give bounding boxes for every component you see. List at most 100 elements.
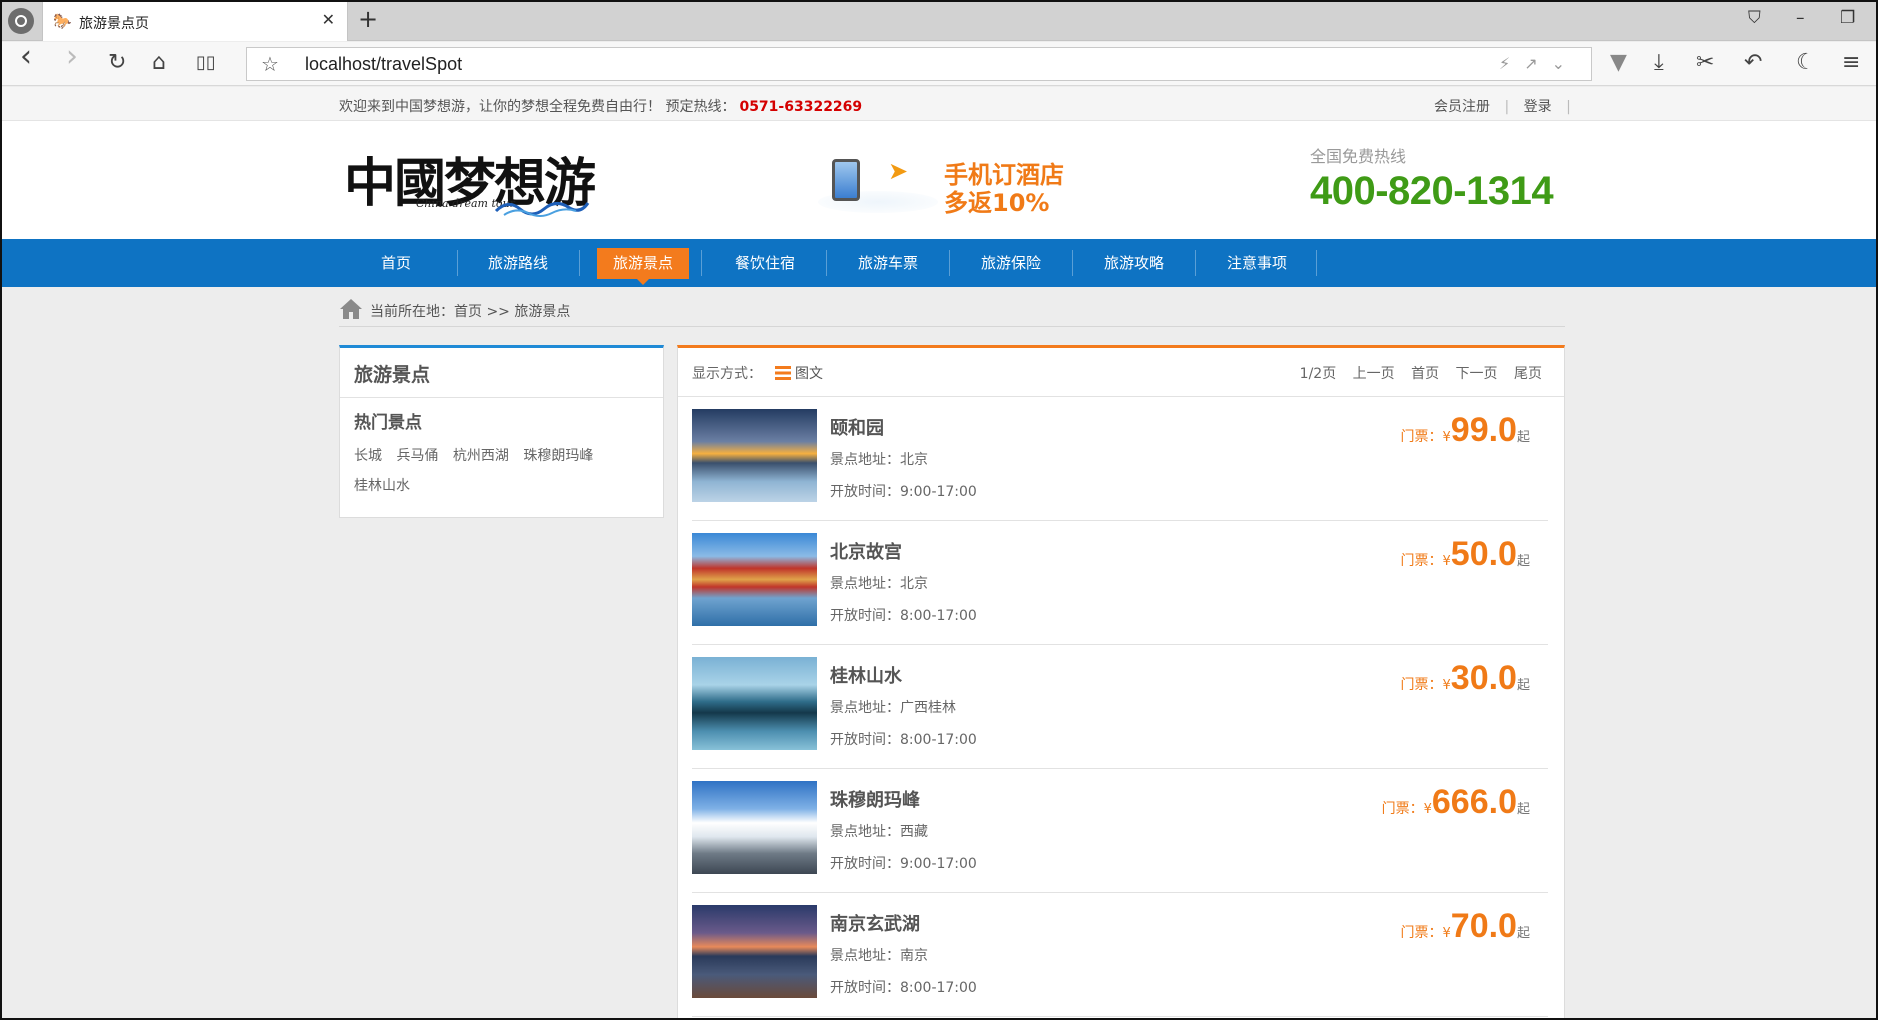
first-page-link[interactable]: 首页 bbox=[1411, 366, 1439, 382]
minimize-icon[interactable]: – bbox=[1796, 8, 1805, 28]
browser-logo-icon[interactable] bbox=[8, 8, 34, 34]
price-label: 门票： bbox=[1400, 429, 1443, 445]
horse-icon: 🐎 bbox=[53, 12, 72, 30]
hot-spot-link[interactable]: 桂林山水 bbox=[354, 478, 410, 494]
view-mode-label: 图文 bbox=[795, 366, 823, 382]
price-label: 门票： bbox=[1381, 801, 1424, 817]
free-hotline: 全国免费热线 400-820-1314 bbox=[1310, 143, 1554, 214]
back-icon[interactable]: ‹ bbox=[20, 42, 32, 72]
restore-icon[interactable]: ❐ bbox=[1840, 8, 1855, 28]
star-icon[interactable]: ☆ bbox=[261, 52, 279, 76]
hot-spot-links: 长城 兵马俑 杭州西湖 珠穆朗玛峰 桂林山水 bbox=[354, 441, 644, 501]
main-nav: 首页 旅游路线 旅游景点 餐饮住宿 旅游车票 旅游保险 旅游攻略 注意事项 bbox=[0, 239, 1878, 287]
hot-spot-link[interactable]: 兵马俑 bbox=[396, 448, 438, 464]
spot-address: 景点地址：广西桂林 bbox=[830, 700, 956, 716]
address-bar[interactable]: ☆ localhost/travelSpot ⚡↗⌄ bbox=[246, 47, 1592, 81]
sidebar: 旅游景点 热门景点 长城 兵马俑 杭州西湖 珠穆朗玛峰 桂林山水 bbox=[339, 345, 664, 518]
divider: | bbox=[1504, 99, 1510, 115]
price-label: 门票： bbox=[1400, 677, 1443, 693]
browser-toolbar: ‹ › ↻ ⌂ ▯▯ ☆ localhost/travelSpot ⚡↗⌄ ▼ … bbox=[0, 42, 1878, 86]
price-suffix: 起 bbox=[1516, 802, 1530, 817]
list-icon bbox=[775, 366, 791, 380]
spot-item[interactable]: 桂林山水 景点地址：广西桂林 开放时间：8:00-17:00 门票：¥30.0起 bbox=[692, 645, 1548, 769]
browser-tab[interactable]: 🐎 旅游景点页 ✕ bbox=[42, 2, 348, 41]
spot-thumbnail[interactable] bbox=[692, 533, 817, 626]
moon-icon[interactable]: ☾ bbox=[1796, 50, 1816, 76]
view-mode-toggle[interactable]: 图文 bbox=[775, 363, 823, 383]
spot-thumbnail[interactable] bbox=[692, 409, 817, 502]
login-link[interactable]: 登录 bbox=[1524, 99, 1552, 115]
hot-spot-link[interactable]: 珠穆朗玛峰 bbox=[523, 448, 593, 464]
site-header: 中國梦想游 China dream tour ➤ 手机订酒店 多返10% 全国免… bbox=[0, 121, 1878, 239]
price-suffix: 起 bbox=[1516, 926, 1530, 941]
pin-icon[interactable]: ⛉ bbox=[1748, 8, 1761, 28]
next-page-link[interactable]: 下一页 bbox=[1456, 366, 1498, 382]
url-text[interactable]: localhost/travelSpot bbox=[305, 54, 462, 75]
scissors-icon[interactable]: ✂ bbox=[1696, 50, 1714, 76]
spot-hours: 开放时间：8:00-17:00 bbox=[830, 732, 977, 748]
free-hotline-label: 全国免费热线 bbox=[1310, 147, 1407, 166]
undo-icon[interactable]: ↶ bbox=[1744, 50, 1762, 76]
spot-thumbnail[interactable] bbox=[692, 905, 817, 998]
breadcrumb-text: 当前所在地：首页 >> 旅游景点 bbox=[370, 304, 571, 320]
forward-icon[interactable]: › bbox=[66, 42, 78, 72]
nav-tickets[interactable]: 旅游车票 bbox=[827, 239, 949, 287]
spot-hours: 开放时间：9:00-17:00 bbox=[830, 484, 977, 500]
address-tools-icon[interactable]: ⚡↗⌄ bbox=[1499, 54, 1579, 73]
nav-dining[interactable]: 餐饮住宿 bbox=[704, 239, 826, 287]
spot-name[interactable]: 南京玄武湖 bbox=[830, 910, 920, 936]
home-icon[interactable]: ⌂ bbox=[152, 50, 166, 76]
wave-icon bbox=[494, 202, 590, 217]
welcome-text: 欢迎来到中国梦想游，让你的梦想全程免费自由行！ 预定热线： 0571-633222… bbox=[339, 96, 862, 116]
spot-hours: 开放时间：8:00-17:00 bbox=[830, 608, 977, 624]
spot-name[interactable]: 珠穆朗玛峰 bbox=[830, 786, 920, 812]
site-logo[interactable]: 中國梦想游 China dream tour bbox=[344, 141, 596, 221]
hot-spot-link[interactable]: 杭州西湖 bbox=[453, 448, 509, 464]
new-tab-icon[interactable]: + bbox=[358, 5, 378, 33]
nav-spots[interactable]: 旅游景点 bbox=[597, 248, 689, 285]
spot-price: 门票：¥70.0起 bbox=[1401, 907, 1530, 946]
spot-item[interactable]: 南京玄武湖 景点地址：南京 开放时间：8:00-17:00 门票：¥70.0起 bbox=[692, 893, 1548, 1017]
mobile-hotel-promo[interactable]: ➤ 手机订酒店 多返10% bbox=[818, 155, 1068, 217]
prev-page-link[interactable]: 上一页 bbox=[1353, 366, 1395, 382]
nav-guides[interactable]: 旅游攻略 bbox=[1073, 239, 1195, 287]
divider: | bbox=[1566, 99, 1571, 115]
nav-insurance[interactable]: 旅游保险 bbox=[950, 239, 1072, 287]
promo-line2: 多返10% bbox=[944, 189, 1050, 217]
last-page-link[interactable]: 尾页 bbox=[1514, 366, 1542, 382]
spot-price: 门票：¥666.0起 bbox=[1382, 783, 1530, 822]
spot-item[interactable]: 北京故宫 景点地址：北京 开放时间：8:00-17:00 门票：¥50.0起 bbox=[692, 521, 1548, 645]
nav-notes[interactable]: 注意事项 bbox=[1196, 239, 1318, 287]
spot-thumbnail[interactable] bbox=[692, 657, 817, 750]
display-mode-label: 显示方式： bbox=[692, 366, 762, 382]
spot-item[interactable]: 颐和园 景点地址：北京 开放时间：9:00-17:00 门票：¥99.0起 bbox=[692, 397, 1548, 521]
download-icon[interactable]: ⤓ bbox=[1654, 50, 1664, 76]
spot-address: 景点地址：西藏 bbox=[830, 824, 928, 840]
price-label: 门票： bbox=[1400, 925, 1443, 941]
tab-title: 旅游景点页 bbox=[79, 16, 149, 32]
close-tab-icon[interactable]: ✕ bbox=[322, 10, 335, 29]
price-value: 99.0 bbox=[1450, 411, 1517, 449]
browser-tab-bar: 🐎 旅游景点页 ✕ + ⛉ – ❐ bbox=[0, 0, 1878, 41]
nav-home[interactable]: 首页 bbox=[335, 239, 457, 287]
spot-name[interactable]: 北京故宫 bbox=[830, 538, 902, 564]
hot-spot-link[interactable]: 长城 bbox=[354, 448, 382, 464]
welcome-message: 欢迎来到中国梦想游，让你的梦想全程免费自由行！ 预定热线： bbox=[339, 99, 736, 115]
pagination: 1/2页 上一页 首页 下一页 尾页 bbox=[1288, 363, 1542, 383]
spot-item[interactable]: 珠穆朗玛峰 景点地址：西藏 开放时间：9:00-17:00 门票：¥666.0起 bbox=[692, 769, 1548, 893]
shield-icon[interactable]: ▼ bbox=[1610, 50, 1627, 76]
nav-routes[interactable]: 旅游路线 bbox=[457, 239, 579, 287]
paper-plane-icon: ➤ bbox=[888, 157, 909, 185]
reload-icon[interactable]: ↻ bbox=[108, 50, 126, 76]
price-label: 门票： bbox=[1400, 553, 1443, 569]
reader-icon[interactable]: ▯▯ bbox=[196, 50, 216, 76]
spot-thumbnail[interactable] bbox=[692, 781, 817, 874]
spot-list-panel: 显示方式： 图文 1/2页 上一页 首页 下一页 尾页 颐和园 景点地址：北京 … bbox=[677, 345, 1565, 1020]
spot-name[interactable]: 颐和园 bbox=[830, 414, 884, 440]
spot-name[interactable]: 桂林山水 bbox=[830, 662, 902, 688]
menu-icon[interactable]: ≡ bbox=[1842, 50, 1860, 76]
nav-divider bbox=[579, 250, 580, 276]
register-link[interactable]: 会员注册 bbox=[1434, 99, 1490, 115]
home-icon bbox=[340, 299, 362, 319]
list-toolbar: 显示方式： 图文 1/2页 上一页 首页 下一页 尾页 bbox=[678, 348, 1564, 397]
